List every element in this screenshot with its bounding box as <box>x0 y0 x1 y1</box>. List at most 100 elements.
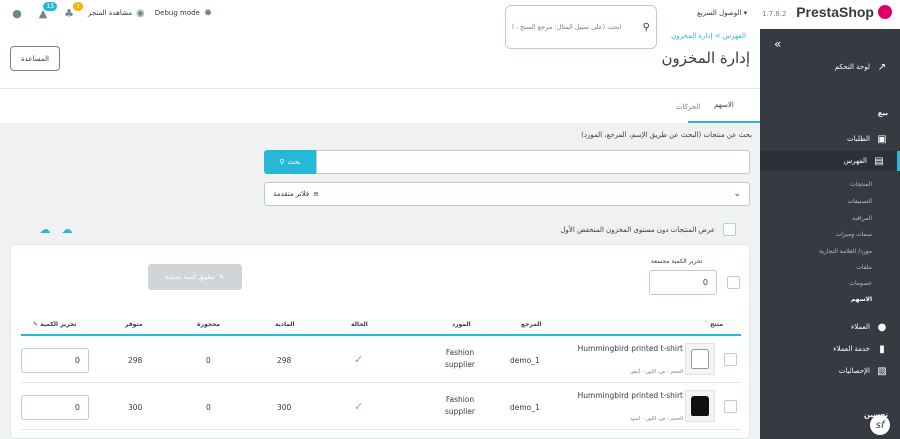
reserved-cell: 0 <box>206 403 211 412</box>
advanced-filters-toggle[interactable]: فلاتر متقدمة ≡ ⌄ <box>264 182 750 206</box>
sidebar-subitem-categories[interactable]: التصنيفات <box>847 198 872 205</box>
column-product-label: منتج <box>710 321 724 328</box>
low-stock-filter[interactable]: عرض المنتجات دون مستوى المخزون المنخفض ا… <box>560 223 736 236</box>
search-label: بحث عن منتجات (البحث عن طريق الإسم، المر… <box>581 131 752 139</box>
logo-bird-icon <box>878 5 892 19</box>
sidebar-label: لوحة التحكم <box>834 63 870 71</box>
supplier-cell: Fashion supplier <box>444 348 476 369</box>
sidebar-subitem-products[interactable]: المنتجات <box>850 181 872 188</box>
eye-icon: ◉ <box>136 7 145 19</box>
store-icon: ▤ <box>874 155 884 167</box>
available-cell: 300 <box>128 403 143 412</box>
sidebar-item-orders[interactable]: الطلبات ▣ <box>760 129 900 149</box>
search-icon: ⚲ <box>642 21 650 33</box>
orders-icon[interactable]: ▲ 13 <box>36 2 57 20</box>
orders-badge: 13 <box>43 2 57 11</box>
bulk-edit-label: تحرير الكمية مجتمعة <box>651 258 703 265</box>
debug-mode-label: Debug mode <box>154 9 200 17</box>
column-available[interactable]: متوفر <box>125 321 143 328</box>
sidebar-label: الفهرس <box>843 157 867 165</box>
sidebar-item-customer-service[interactable]: خدمة العملاء ▮ <box>760 339 900 359</box>
status-check-icon: ✓ <box>354 400 364 413</box>
apply-new-quantity-button[interactable]: تطبيق كمية جديدة ✎ <box>148 264 242 290</box>
header-search[interactable]: ابحث (على سبيل المثال: مرجع المنتج ، ا ⚲ <box>505 5 657 49</box>
tshirt-icon <box>691 396 709 416</box>
account-icon[interactable]: ● <box>10 6 24 20</box>
bug-icon: ✹ <box>203 7 213 19</box>
cloud-upload-icon[interactable]: ☁ <box>60 223 74 236</box>
sidebar-item-customers[interactable]: العملاء ● <box>760 317 900 337</box>
page-title: إدارة المخزون <box>661 49 750 67</box>
search-button-label: بحث <box>287 158 301 166</box>
sidebar-subitem-discounts[interactable]: خصومات <box>849 280 872 287</box>
column-physical[interactable]: المادية <box>275 321 295 328</box>
product-name[interactable]: Hummingbird printed t-shirt <box>573 343 683 354</box>
sidebar-subitem-stocks[interactable]: الاسهم <box>851 296 872 303</box>
prestashop-logo[interactable]: PrestaShop <box>796 4 892 20</box>
main-content: بحث عن منتجات (البحث عن طريق الإسم، المر… <box>0 123 760 439</box>
product-search-input[interactable] <box>316 150 750 174</box>
column-reserved[interactable]: محجوزة <box>197 321 220 328</box>
supplier-cell: Fashion supplier <box>444 395 476 416</box>
edit-quantity-input[interactable]: 0 <box>21 348 89 373</box>
logo-text: PrestaShop <box>796 4 874 20</box>
quick-access-dropdown[interactable]: الوصول السريع ▾ <box>697 9 747 17</box>
filter-icon: ≡ <box>313 190 320 198</box>
tab-movements[interactable]: الحركات <box>658 89 718 124</box>
row-checkbox[interactable] <box>724 353 737 366</box>
reference-cell: demo_1 <box>510 356 540 365</box>
column-product[interactable]: ˄ منتج <box>705 321 723 328</box>
row-checkbox[interactable] <box>724 400 737 413</box>
apply-button-label: تطبيق كمية جديدة <box>165 273 215 281</box>
collapse-sidebar-icon[interactable]: « <box>774 37 781 51</box>
tshirt-icon <box>691 349 709 369</box>
import-export-icons: ☁ ☁ <box>38 223 82 236</box>
header-tools: ● ▲ 13 ♣ 1 مشاهدة المتجر ◉ Debug mode ✹ <box>10 2 222 20</box>
sidebar-label: الإحصائيات <box>838 367 870 375</box>
table-row: 0 298 0 298 ✓ Fashion supplier demo_1 Hu… <box>21 337 741 383</box>
top-header: ● ▲ 13 ♣ 1 مشاهدة المتجر ◉ Debug mode ✹ ابحث… <box>0 0 900 49</box>
sidebar-subitem-brands[interactable]: مورد/ العلامة التجارية <box>819 248 872 255</box>
view-store-link[interactable]: مشاهدة المتجر ◉ <box>88 8 145 19</box>
symfony-icon[interactable]: sf <box>870 415 890 435</box>
sidebar-subitem-monitoring[interactable]: المراقبة <box>852 215 872 222</box>
table-row: 0 300 0 300 ✓ Fashion supplier demo_1 Hu… <box>21 384 741 430</box>
chart-icon: ▧ <box>877 365 887 377</box>
sidebar-item-catalog[interactable]: الفهرس ▤ <box>760 151 900 171</box>
column-status[interactable]: الحالة <box>351 321 368 328</box>
chevron-down-icon: ⌄ <box>733 189 741 199</box>
help-button[interactable]: المساعدة <box>10 46 60 71</box>
cloud-download-icon[interactable]: ☁ <box>38 223 52 236</box>
sidebar-label: الطلبات <box>847 135 870 143</box>
sidebar: « لوحة التحكم ↗ بيع الطلبات ▣ الفهرس ▤ المن… <box>760 29 900 439</box>
sidebar-item-stats[interactable]: الإحصائيات ▧ <box>760 361 900 381</box>
select-all-checkbox[interactable] <box>727 276 740 289</box>
sidebar-subitem-files[interactable]: ملفات <box>856 264 872 271</box>
tabs: الاسهم الحركات <box>0 88 760 124</box>
column-supplier[interactable]: المورد <box>452 321 471 328</box>
user-icon: ● <box>877 321 887 333</box>
sidebar-item-dashboard[interactable]: لوحة التحكم ↗ <box>760 57 900 77</box>
notifications-icon[interactable]: ♣ 1 <box>62 2 83 20</box>
debug-mode-link[interactable]: Debug mode ✹ <box>155 8 213 19</box>
product-attributes: الحجم - ص، اللون - اسود <box>629 416 683 422</box>
physical-cell: 298 <box>277 356 292 365</box>
bulk-quantity-input[interactable]: 0 <box>649 270 717 295</box>
sidebar-subitem-attributes[interactable]: سمات وميزات <box>836 231 872 238</box>
product-thumbnail <box>685 343 715 375</box>
search-icon: ⚲ <box>279 158 285 166</box>
reference-cell: demo_1 <box>510 403 540 412</box>
column-reference[interactable]: المرجع <box>521 321 542 328</box>
sidebar-label: العملاء <box>851 323 870 331</box>
table-header-divider <box>21 334 741 336</box>
edit-quantity-input[interactable]: 0 <box>21 395 89 420</box>
filters-text: فلاتر متقدمة <box>273 190 310 198</box>
status-check-icon: ✓ <box>354 353 364 366</box>
breadcrumb[interactable]: الفهرس > إدارة المخزون <box>671 32 746 40</box>
low-stock-checkbox[interactable] <box>723 223 736 236</box>
column-edit-quantity[interactable]: ✎ تحرير الكمية <box>33 321 76 328</box>
product-name[interactable]: Hummingbird printed t-shirt <box>573 390 683 401</box>
sidebar-label: خدمة العملاء <box>833 345 870 353</box>
product-thumbnail <box>685 390 715 422</box>
search-button[interactable]: ⚲ بحث <box>264 150 316 174</box>
